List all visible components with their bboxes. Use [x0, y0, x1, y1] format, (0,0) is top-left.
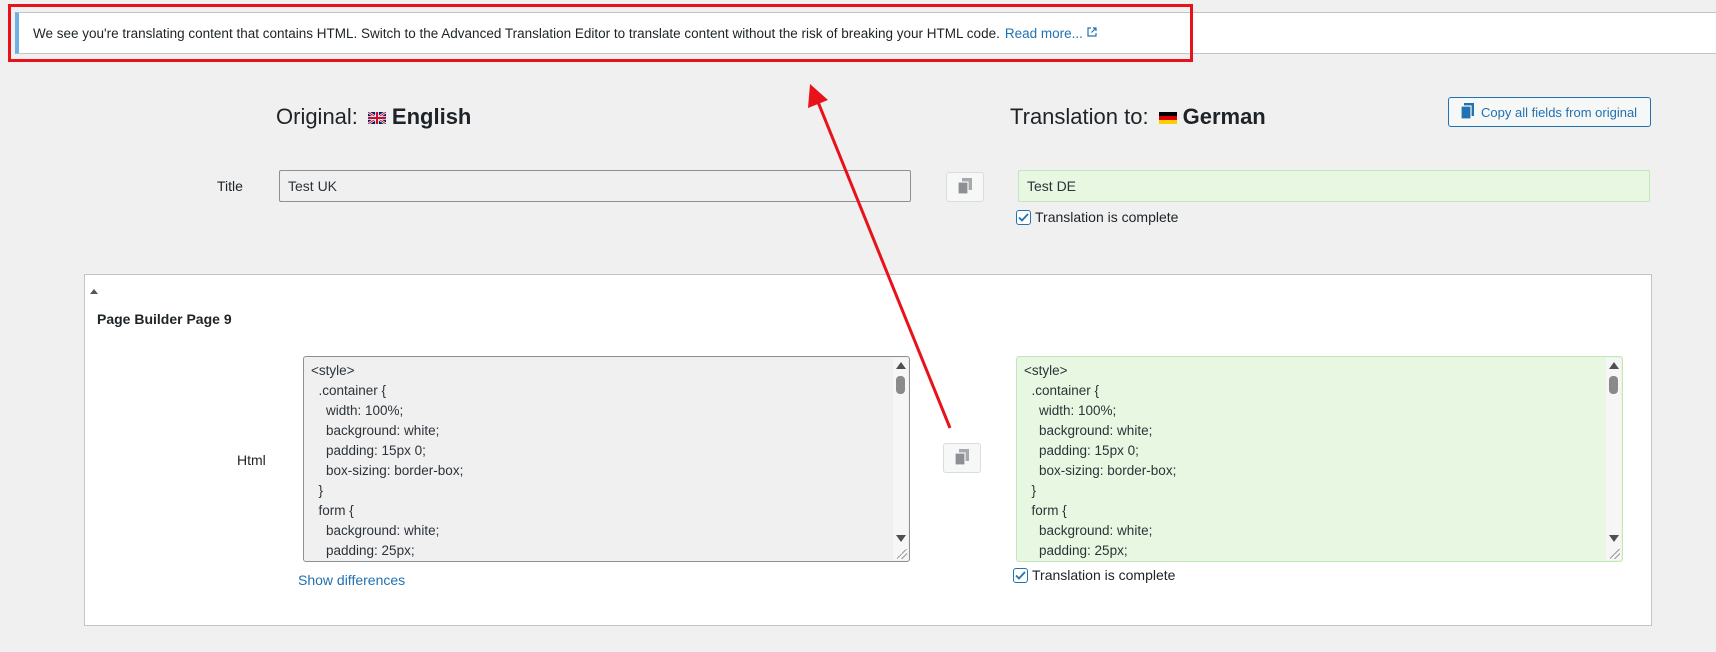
html-content-notice: We see you're translating content that c…	[15, 12, 1716, 54]
germany-flag-icon	[1158, 104, 1177, 130]
scroll-up-icon[interactable]	[896, 362, 906, 369]
original-language-name: English	[391, 104, 472, 129]
checkmark-icon	[1015, 570, 1026, 580]
html-translation-textarea[interactable]: <style> .container { width: 100%; backgr…	[1016, 356, 1623, 562]
title-original-input[interactable]: Test UK	[279, 170, 911, 202]
translation-language-heading: Translation to: German	[1010, 104, 1266, 130]
html-complete-checkbox[interactable]	[1013, 567, 1028, 583]
translation-language-name: German	[1182, 104, 1266, 129]
html-complete-row[interactable]: Translation is complete	[1013, 567, 1175, 583]
resize-handle-icon[interactable]	[897, 549, 907, 559]
html-field-label: Html	[237, 452, 266, 468]
copy-all-fields-button[interactable]: Copy all fields from original	[1448, 97, 1651, 127]
html-translation-content: <style> .container { width: 100%; backgr…	[1024, 363, 1177, 558]
translation-label: Translation to:	[1010, 104, 1149, 129]
title-complete-label: Translation is complete	[1035, 209, 1179, 225]
scroll-down-icon[interactable]	[1609, 535, 1619, 542]
title-complete-checkbox[interactable]	[1016, 209, 1031, 225]
copy-html-button[interactable]	[943, 443, 981, 473]
resize-handle-icon[interactable]	[1610, 549, 1620, 559]
checkmark-icon	[1018, 212, 1029, 222]
scroll-up-icon[interactable]	[1609, 362, 1619, 369]
html-original-content: <style> .container { width: 100%; backgr…	[311, 363, 464, 558]
scroll-thumb[interactable]	[1609, 376, 1618, 394]
original-label: Original:	[276, 104, 358, 129]
copy-icon	[954, 448, 969, 468]
scroll-thumb[interactable]	[896, 376, 905, 394]
original-scrollbar[interactable]	[893, 358, 908, 560]
read-more-link[interactable]: Read more...	[1005, 26, 1083, 41]
scroll-down-icon[interactable]	[896, 535, 906, 542]
uk-flag-icon	[367, 104, 387, 130]
show-differences-link[interactable]: Show differences	[298, 572, 405, 588]
notice-message: We see you're translating content that c…	[33, 25, 1000, 41]
copy-title-button[interactable]	[946, 172, 984, 202]
external-link-icon[interactable]	[1087, 26, 1097, 40]
title-translation-input[interactable]: Test DE	[1018, 170, 1650, 202]
section-title: Page Builder Page 9	[97, 311, 232, 327]
html-complete-label: Translation is complete	[1032, 567, 1176, 583]
translation-scrollbar[interactable]	[1606, 358, 1621, 560]
html-original-textarea[interactable]: <style> .container { width: 100%; backgr…	[303, 356, 910, 562]
original-language-heading: Original: English	[276, 104, 471, 130]
title-complete-row[interactable]: Translation is complete	[1016, 209, 1178, 225]
collapse-toggle-icon[interactable]	[90, 289, 98, 294]
copy-icon	[957, 177, 972, 197]
title-field-label: Title	[217, 178, 243, 194]
copy-all-label: Copy all fields from original	[1481, 104, 1638, 120]
copy-icon	[1460, 102, 1474, 122]
